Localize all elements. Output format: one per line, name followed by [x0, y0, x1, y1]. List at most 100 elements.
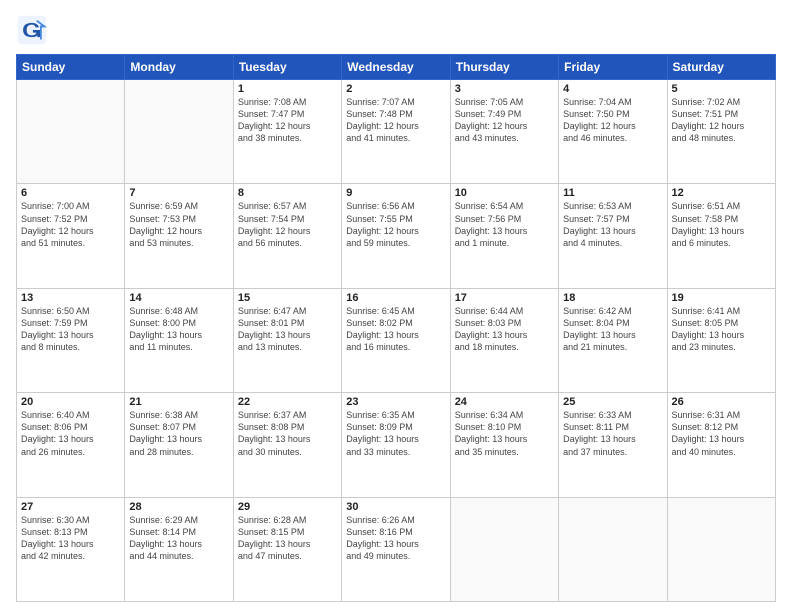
- cell-info-text: Sunrise: 6:50 AM Sunset: 7:59 PM Dayligh…: [21, 305, 120, 354]
- cell-info-text: Sunrise: 7:04 AM Sunset: 7:50 PM Dayligh…: [563, 96, 662, 145]
- calendar-cell: 1Sunrise: 7:08 AM Sunset: 7:47 PM Daylig…: [233, 80, 341, 184]
- cell-info-text: Sunrise: 7:05 AM Sunset: 7:49 PM Dayligh…: [455, 96, 554, 145]
- cell-day-number: 4: [563, 83, 662, 95]
- cell-day-number: 10: [455, 187, 554, 199]
- header: [16, 14, 776, 46]
- cell-info-text: Sunrise: 6:41 AM Sunset: 8:05 PM Dayligh…: [672, 305, 771, 354]
- cell-info-text: Sunrise: 6:42 AM Sunset: 8:04 PM Dayligh…: [563, 305, 662, 354]
- weekday-header-saturday: Saturday: [667, 55, 775, 80]
- cell-info-text: Sunrise: 6:37 AM Sunset: 8:08 PM Dayligh…: [238, 409, 337, 458]
- cell-day-number: 19: [672, 292, 771, 304]
- cell-info-text: Sunrise: 6:45 AM Sunset: 8:02 PM Dayligh…: [346, 305, 445, 354]
- calendar-week-5: 27Sunrise: 6:30 AM Sunset: 8:13 PM Dayli…: [17, 497, 776, 601]
- calendar-cell: 24Sunrise: 6:34 AM Sunset: 8:10 PM Dayli…: [450, 393, 558, 497]
- cell-day-number: 5: [672, 83, 771, 95]
- cell-day-number: 15: [238, 292, 337, 304]
- calendar-cell: 29Sunrise: 6:28 AM Sunset: 8:15 PM Dayli…: [233, 497, 341, 601]
- weekday-header-thursday: Thursday: [450, 55, 558, 80]
- cell-day-number: 27: [21, 501, 120, 513]
- cell-info-text: Sunrise: 7:07 AM Sunset: 7:48 PM Dayligh…: [346, 96, 445, 145]
- weekday-header-wednesday: Wednesday: [342, 55, 450, 80]
- cell-day-number: 22: [238, 396, 337, 408]
- cell-info-text: Sunrise: 6:29 AM Sunset: 8:14 PM Dayligh…: [129, 514, 228, 563]
- calendar-cell: [667, 497, 775, 601]
- calendar-cell: 4Sunrise: 7:04 AM Sunset: 7:50 PM Daylig…: [559, 80, 667, 184]
- calendar-cell: 7Sunrise: 6:59 AM Sunset: 7:53 PM Daylig…: [125, 184, 233, 288]
- calendar-cell: 17Sunrise: 6:44 AM Sunset: 8:03 PM Dayli…: [450, 288, 558, 392]
- cell-day-number: 23: [346, 396, 445, 408]
- calendar-cell: 16Sunrise: 6:45 AM Sunset: 8:02 PM Dayli…: [342, 288, 450, 392]
- cell-day-number: 28: [129, 501, 228, 513]
- cell-info-text: Sunrise: 6:31 AM Sunset: 8:12 PM Dayligh…: [672, 409, 771, 458]
- cell-info-text: Sunrise: 6:48 AM Sunset: 8:00 PM Dayligh…: [129, 305, 228, 354]
- cell-info-text: Sunrise: 6:56 AM Sunset: 7:55 PM Dayligh…: [346, 200, 445, 249]
- cell-info-text: Sunrise: 6:30 AM Sunset: 8:13 PM Dayligh…: [21, 514, 120, 563]
- cell-day-number: 30: [346, 501, 445, 513]
- cell-info-text: Sunrise: 7:08 AM Sunset: 7:47 PM Dayligh…: [238, 96, 337, 145]
- calendar-cell: [450, 497, 558, 601]
- cell-info-text: Sunrise: 6:28 AM Sunset: 8:15 PM Dayligh…: [238, 514, 337, 563]
- cell-day-number: 1: [238, 83, 337, 95]
- cell-info-text: Sunrise: 6:35 AM Sunset: 8:09 PM Dayligh…: [346, 409, 445, 458]
- calendar-cell: 22Sunrise: 6:37 AM Sunset: 8:08 PM Dayli…: [233, 393, 341, 497]
- calendar-cell: 9Sunrise: 6:56 AM Sunset: 7:55 PM Daylig…: [342, 184, 450, 288]
- cell-day-number: 6: [21, 187, 120, 199]
- cell-info-text: Sunrise: 6:47 AM Sunset: 8:01 PM Dayligh…: [238, 305, 337, 354]
- cell-day-number: 17: [455, 292, 554, 304]
- cell-day-number: 2: [346, 83, 445, 95]
- cell-day-number: 29: [238, 501, 337, 513]
- weekday-header-sunday: Sunday: [17, 55, 125, 80]
- weekday-header-monday: Monday: [125, 55, 233, 80]
- cell-day-number: 25: [563, 396, 662, 408]
- cell-info-text: Sunrise: 6:33 AM Sunset: 8:11 PM Dayligh…: [563, 409, 662, 458]
- calendar-week-4: 20Sunrise: 6:40 AM Sunset: 8:06 PM Dayli…: [17, 393, 776, 497]
- cell-day-number: 18: [563, 292, 662, 304]
- cell-info-text: Sunrise: 6:53 AM Sunset: 7:57 PM Dayligh…: [563, 200, 662, 249]
- weekday-header-row: SundayMondayTuesdayWednesdayThursdayFrid…: [17, 55, 776, 80]
- cell-info-text: Sunrise: 6:38 AM Sunset: 8:07 PM Dayligh…: [129, 409, 228, 458]
- weekday-header-friday: Friday: [559, 55, 667, 80]
- page: SundayMondayTuesdayWednesdayThursdayFrid…: [0, 0, 792, 612]
- logo-icon: [16, 14, 48, 46]
- logo: [16, 14, 52, 46]
- weekday-header-tuesday: Tuesday: [233, 55, 341, 80]
- calendar-body: 1Sunrise: 7:08 AM Sunset: 7:47 PM Daylig…: [17, 80, 776, 602]
- calendar-cell: 25Sunrise: 6:33 AM Sunset: 8:11 PM Dayli…: [559, 393, 667, 497]
- cell-day-number: 16: [346, 292, 445, 304]
- calendar-cell: 8Sunrise: 6:57 AM Sunset: 7:54 PM Daylig…: [233, 184, 341, 288]
- calendar-cell: [17, 80, 125, 184]
- cell-day-number: 3: [455, 83, 554, 95]
- calendar-week-1: 1Sunrise: 7:08 AM Sunset: 7:47 PM Daylig…: [17, 80, 776, 184]
- cell-info-text: Sunrise: 6:54 AM Sunset: 7:56 PM Dayligh…: [455, 200, 554, 249]
- cell-day-number: 20: [21, 396, 120, 408]
- calendar-cell: 28Sunrise: 6:29 AM Sunset: 8:14 PM Dayli…: [125, 497, 233, 601]
- calendar-cell: 15Sunrise: 6:47 AM Sunset: 8:01 PM Dayli…: [233, 288, 341, 392]
- cell-day-number: 12: [672, 187, 771, 199]
- calendar-cell: 20Sunrise: 6:40 AM Sunset: 8:06 PM Dayli…: [17, 393, 125, 497]
- calendar-cell: 2Sunrise: 7:07 AM Sunset: 7:48 PM Daylig…: [342, 80, 450, 184]
- calendar-week-2: 6Sunrise: 7:00 AM Sunset: 7:52 PM Daylig…: [17, 184, 776, 288]
- calendar-cell: 11Sunrise: 6:53 AM Sunset: 7:57 PM Dayli…: [559, 184, 667, 288]
- cell-day-number: 26: [672, 396, 771, 408]
- calendar-cell: 21Sunrise: 6:38 AM Sunset: 8:07 PM Dayli…: [125, 393, 233, 497]
- calendar-cell: 6Sunrise: 7:00 AM Sunset: 7:52 PM Daylig…: [17, 184, 125, 288]
- calendar-cell: 13Sunrise: 6:50 AM Sunset: 7:59 PM Dayli…: [17, 288, 125, 392]
- calendar-cell: 14Sunrise: 6:48 AM Sunset: 8:00 PM Dayli…: [125, 288, 233, 392]
- calendar-cell: 5Sunrise: 7:02 AM Sunset: 7:51 PM Daylig…: [667, 80, 775, 184]
- calendar-cell: 10Sunrise: 6:54 AM Sunset: 7:56 PM Dayli…: [450, 184, 558, 288]
- calendar-week-3: 13Sunrise: 6:50 AM Sunset: 7:59 PM Dayli…: [17, 288, 776, 392]
- cell-info-text: Sunrise: 6:59 AM Sunset: 7:53 PM Dayligh…: [129, 200, 228, 249]
- cell-info-text: Sunrise: 6:40 AM Sunset: 8:06 PM Dayligh…: [21, 409, 120, 458]
- cell-info-text: Sunrise: 6:34 AM Sunset: 8:10 PM Dayligh…: [455, 409, 554, 458]
- calendar-cell: 23Sunrise: 6:35 AM Sunset: 8:09 PM Dayli…: [342, 393, 450, 497]
- cell-info-text: Sunrise: 7:00 AM Sunset: 7:52 PM Dayligh…: [21, 200, 120, 249]
- calendar-cell: 3Sunrise: 7:05 AM Sunset: 7:49 PM Daylig…: [450, 80, 558, 184]
- cell-info-text: Sunrise: 7:02 AM Sunset: 7:51 PM Dayligh…: [672, 96, 771, 145]
- cell-info-text: Sunrise: 6:44 AM Sunset: 8:03 PM Dayligh…: [455, 305, 554, 354]
- cell-info-text: Sunrise: 6:26 AM Sunset: 8:16 PM Dayligh…: [346, 514, 445, 563]
- cell-day-number: 13: [21, 292, 120, 304]
- calendar-cell: [559, 497, 667, 601]
- calendar-cell: 12Sunrise: 6:51 AM Sunset: 7:58 PM Dayli…: [667, 184, 775, 288]
- calendar-cell: 18Sunrise: 6:42 AM Sunset: 8:04 PM Dayli…: [559, 288, 667, 392]
- calendar-cell: 26Sunrise: 6:31 AM Sunset: 8:12 PM Dayli…: [667, 393, 775, 497]
